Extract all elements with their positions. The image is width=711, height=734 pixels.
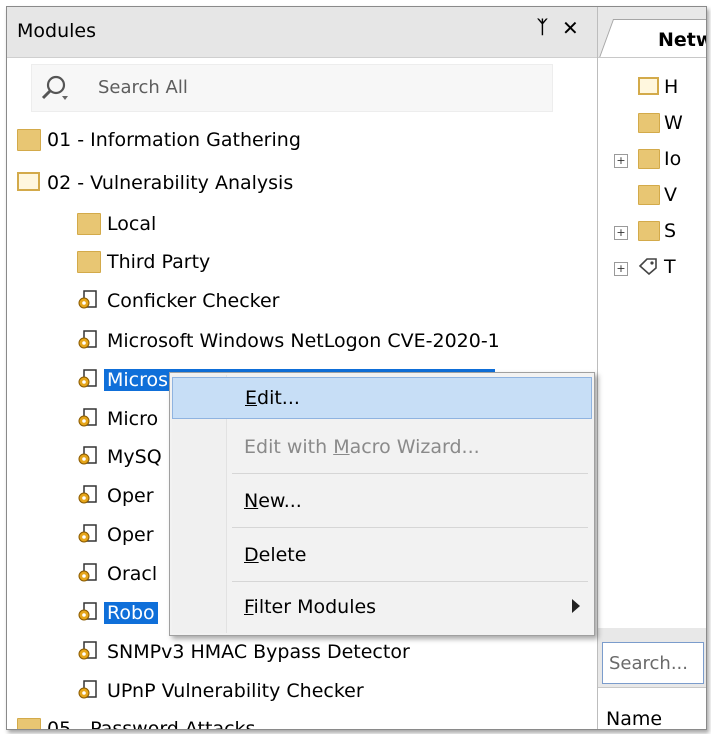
modules-panel-header: Modules ᛉ ✕ xyxy=(7,7,597,58)
menu-item-label: New... xyxy=(244,490,302,512)
search-placeholder: Search All xyxy=(98,77,188,98)
menu-item-edit[interactable]: Edit... xyxy=(172,377,592,419)
submenu-arrow-icon xyxy=(572,599,580,613)
expand-icon[interactable]: + xyxy=(614,154,628,168)
network-tree-label: Io xyxy=(664,148,682,170)
menu-item-delete[interactable]: Delete xyxy=(172,535,590,575)
tree-item-label: 01 - Information Gathering xyxy=(47,129,301,151)
name-column-header[interactable]: Name xyxy=(598,687,706,730)
folder-icon xyxy=(638,185,660,205)
context-menu: Edit... Edit with Macro Wizard... New...… xyxy=(169,372,595,636)
module-gear-icon xyxy=(78,446,97,465)
expand-icon[interactable]: + xyxy=(614,262,628,276)
network-tree-label: H xyxy=(664,76,679,98)
tree-item-label: UPnP Vulnerability Checker xyxy=(107,680,364,702)
expand-icon[interactable]: + xyxy=(614,226,628,240)
folder-icon xyxy=(17,129,41,151)
tree-item-label: MySQ xyxy=(107,446,162,468)
folder-icon xyxy=(77,213,101,235)
menu-item-label: Filter Modules xyxy=(244,596,377,618)
network-search-placeholder: Search... xyxy=(609,653,689,674)
folder-icon xyxy=(77,251,101,273)
application-window: Modules ᛉ ✕ Search All 01 - Information … xyxy=(6,6,707,730)
module-gear-icon xyxy=(78,602,97,621)
module-gear-icon xyxy=(78,680,97,699)
name-column-label: Name xyxy=(606,708,663,730)
module-gear-icon xyxy=(78,369,97,388)
folder-icon xyxy=(638,113,660,133)
tag-icon xyxy=(638,258,657,275)
module-gear-icon xyxy=(78,563,97,582)
menu-separator xyxy=(232,527,588,528)
tree-item-label: Micro xyxy=(107,408,159,430)
menu-item-label: Delete xyxy=(244,544,307,566)
tree-item-label: Microsoft Windows NetLogon CVE-2020-1 xyxy=(107,330,500,352)
module-gear-icon xyxy=(78,485,97,504)
network-tree-label: V xyxy=(664,184,677,206)
tree-item-label: Conficker Checker xyxy=(107,290,280,312)
tree-item-label: 02 - Vulnerability Analysis xyxy=(47,172,294,194)
module-gear-icon xyxy=(78,408,97,427)
menu-item-filter-modules[interactable]: Filter Modules xyxy=(172,587,590,627)
menu-item-label: Edit... xyxy=(245,387,300,409)
search-all-input[interactable]: Search All xyxy=(31,64,553,112)
module-gear-icon xyxy=(78,290,97,309)
menu-item-edit-with-macro-wizard[interactable]: Edit with Macro Wizard... xyxy=(172,427,590,467)
panel-title: Modules xyxy=(17,20,96,42)
module-gear-icon xyxy=(78,524,97,543)
network-tree: H W + Io V + S + T xyxy=(598,57,706,628)
pin-icon[interactable]: ᛉ xyxy=(537,17,548,38)
tree-item-label: Oracl xyxy=(107,563,158,585)
tree-item-label: Robo xyxy=(104,602,158,624)
tree-item-label: Third Party xyxy=(107,251,211,273)
tree-item-label: Oper xyxy=(107,524,154,546)
network-tree-label: S xyxy=(664,220,677,242)
menu-item-label: Edit with Macro Wizard... xyxy=(244,436,480,458)
folder-icon xyxy=(638,149,660,169)
folder-icon xyxy=(17,718,41,729)
network-tree-label: W xyxy=(664,112,683,134)
module-gear-icon xyxy=(78,330,97,349)
tab-network[interactable]: Netw xyxy=(658,29,706,51)
menu-separator xyxy=(232,581,588,582)
menu-separator xyxy=(232,473,588,474)
tree-item-label: Oper xyxy=(107,485,154,507)
network-search-input[interactable]: Search... xyxy=(602,642,704,684)
tree-item-label: Local xyxy=(107,213,157,235)
folder-open-icon xyxy=(17,172,40,191)
search-folder-icon xyxy=(638,221,660,241)
tree-item-label: SNMPv3 HMAC Bypass Detector xyxy=(107,641,410,663)
close-icon[interactable]: ✕ xyxy=(562,16,579,40)
tree-item-label: 05 - Password Attacks xyxy=(47,718,256,730)
search-icon xyxy=(41,75,68,100)
network-tree-label: T xyxy=(664,256,676,278)
module-gear-icon xyxy=(78,641,97,660)
network-panel: Netw H W + Io V + S xyxy=(598,7,706,730)
menu-item-new[interactable]: New... xyxy=(172,481,590,521)
folder-open-icon xyxy=(638,77,659,95)
